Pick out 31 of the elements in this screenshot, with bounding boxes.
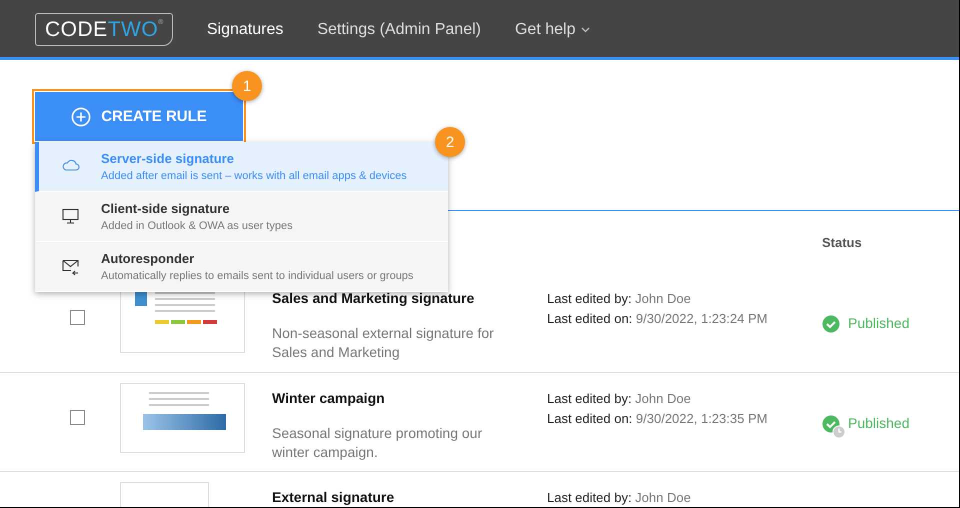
menu-item-title: Client-side signature xyxy=(101,201,231,216)
menu-item-subtitle: Automatically replies to emails sent to individual users or groups xyxy=(101,270,414,282)
menu-item[interactable]: Client-side signature Added in Outlook & OWA as user types xyxy=(35,192,448,242)
signature-description: Seasonal signature promoting our winter campaign. xyxy=(272,424,484,462)
step-badge: 1 xyxy=(232,71,262,101)
step-badge: 2 xyxy=(435,127,465,157)
nav-tab[interactable]: Signatures xyxy=(198,3,292,60)
menu-item-title: Autoresponder xyxy=(101,251,196,266)
monitor-icon xyxy=(60,207,80,226)
edit-info: Last edited by: John Doe xyxy=(547,290,692,308)
menu-item[interactable]: Autoresponder Automatically replies to emails sent to individual users or groups xyxy=(35,242,448,292)
signature-title[interactable]: Sales and Marketing signature xyxy=(272,290,547,306)
menu-item-subtitle: Added in Outlook & OWA as user types xyxy=(101,220,293,232)
signature-title[interactable]: Winter campaign xyxy=(272,390,547,406)
nav-tab[interactable]: Settings (Admin Panel) xyxy=(309,3,489,60)
plus-circle-icon xyxy=(71,106,92,126)
edit-info: Last edited on: 9/30/2022, 1:23:35 PM xyxy=(547,410,768,428)
signature-description: Non-seasonal external signature for Sales and Marketing xyxy=(272,324,495,362)
edit-info: Last edited by: John Doe xyxy=(547,489,692,507)
row-checkbox[interactable] xyxy=(70,310,85,325)
signature-title[interactable]: External signature xyxy=(272,489,547,505)
row-checkbox[interactable] xyxy=(70,410,85,425)
status-label: Published xyxy=(848,415,910,431)
nav-tab[interactable]: Get help xyxy=(506,3,598,60)
edit-info: Last edited by: John Doe xyxy=(547,390,692,408)
envelope-icon xyxy=(60,257,80,276)
edit-info: Last edited on: 9/30/2022, 1:23:24 PM xyxy=(547,310,768,328)
menu-item-title: Server-side signature xyxy=(101,151,235,166)
column-header: Status xyxy=(822,234,862,250)
status-label: Published xyxy=(848,315,910,331)
menu-item-subtitle: Added after email is sent – works with all email apps & devices xyxy=(101,170,407,182)
